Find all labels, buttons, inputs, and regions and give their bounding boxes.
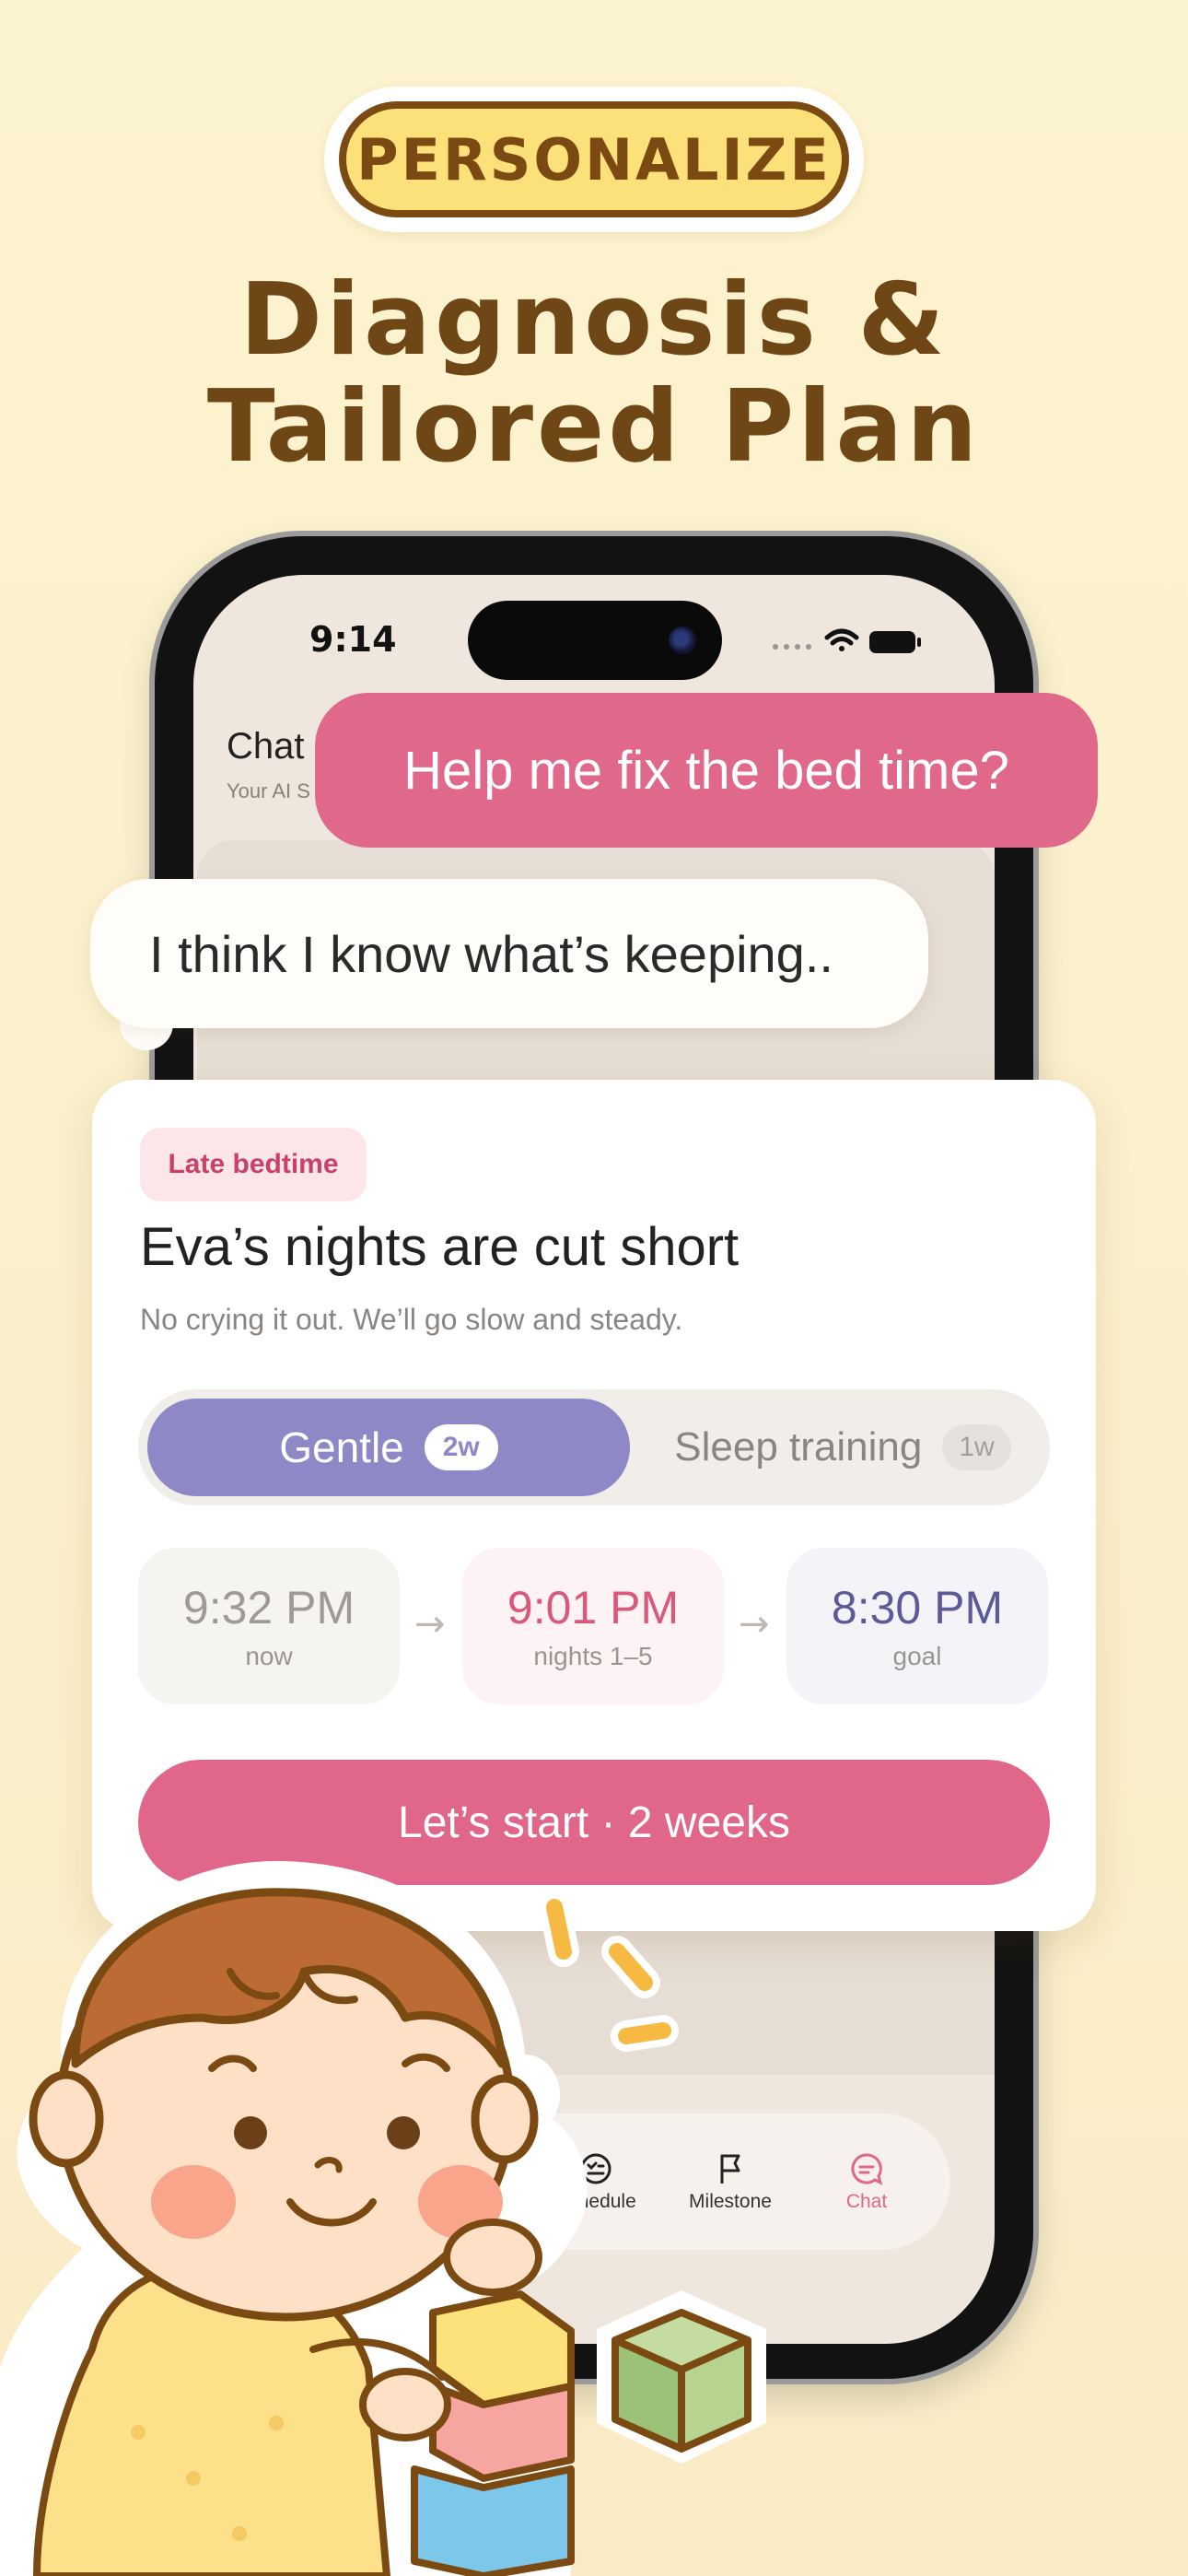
page-headline: Diagnosis & Tailored Plan xyxy=(0,267,1188,481)
status-icons xyxy=(773,628,921,653)
diagnosis-tag: Late bedtime xyxy=(140,1128,367,1201)
arrow-right-icon: → xyxy=(414,1603,446,1645)
user-message-bubble: Help me fix the bed time? xyxy=(315,693,1098,848)
timeline-label: now xyxy=(245,1642,293,1670)
timeline-time: 8:30 PM xyxy=(831,1582,1004,1633)
mode-label: Sleep training xyxy=(674,1424,923,1469)
badge-label: PERSONALIZE xyxy=(339,101,849,217)
mode-option-gentle[interactable]: Gentle 2w xyxy=(147,1399,630,1496)
battery-icon xyxy=(869,631,921,653)
chat-screen-title: Chat xyxy=(227,726,305,767)
arrow-right-icon: → xyxy=(739,1603,770,1645)
plan-title: Eva’s nights are cut short xyxy=(140,1217,740,1277)
timeline-step-now: 9:32 PM now xyxy=(138,1548,400,1704)
chat-icon xyxy=(851,2153,883,2185)
headline-line-1: Diagnosis & xyxy=(239,263,949,378)
tab-chat[interactable]: Chat xyxy=(798,2147,936,2213)
mode-duration-badge: 1w xyxy=(942,1424,1011,1470)
plan-subtitle: No crying it out. We’ll go slow and stea… xyxy=(140,1303,683,1336)
mode-duration-badge: 2w xyxy=(424,1424,498,1470)
timeline-step-transition: 9:01 PM nights 1–5 xyxy=(462,1548,724,1704)
mode-label: Gentle xyxy=(279,1423,404,1471)
timeline-time: 9:32 PM xyxy=(182,1582,355,1633)
tab-label: Chat xyxy=(845,2191,888,2212)
timeline-label: goal xyxy=(892,1642,942,1670)
status-time: 9:14 xyxy=(309,619,397,660)
timeline-time: 9:01 PM xyxy=(507,1582,680,1633)
cellular-signal-icon xyxy=(773,644,811,650)
personalize-badge: PERSONALIZE xyxy=(324,87,864,232)
green-block-icon xyxy=(597,2290,766,2464)
wifi-icon xyxy=(824,628,859,651)
camera-icon xyxy=(669,626,696,654)
timeline-label: nights 1–5 xyxy=(533,1642,653,1670)
mode-option-sleep-training[interactable]: Sleep training 1w xyxy=(645,1399,1041,1496)
headline-line-2: Tailored Plan xyxy=(206,369,982,485)
ai-message-bubble: I think I know what’s keeping.. xyxy=(90,879,928,1028)
timeline-step-goal: 8:30 PM goal xyxy=(786,1548,1048,1704)
